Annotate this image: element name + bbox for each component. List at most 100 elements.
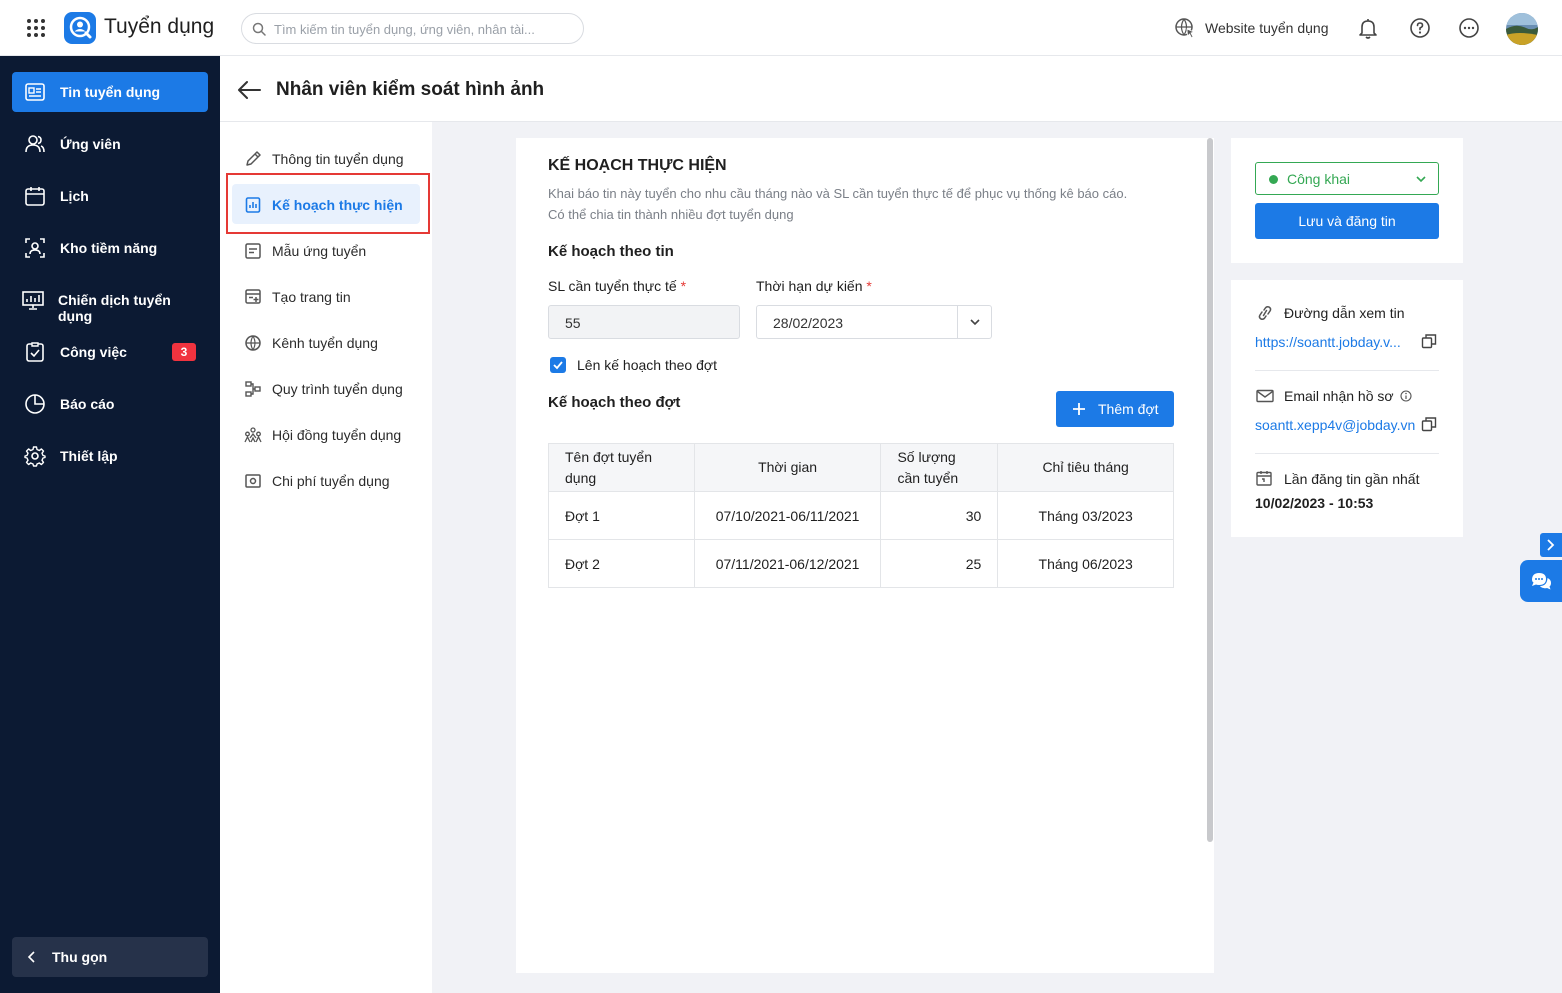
calendar-icon	[1256, 471, 1272, 486]
collapse-label: Thu gọn	[52, 949, 108, 965]
table-row[interactable]: Đợt 2 07/11/2021-06/12/2021 25 Tháng 06/…	[548, 539, 1174, 588]
search-box[interactable]	[241, 13, 584, 44]
page-title: Nhân viên kiểm soát hình ảnh	[276, 79, 545, 100]
batch-name-cell: Đợt 1	[548, 491, 695, 540]
sidebar-item-label: Chiến dịch tuyển dụng	[58, 292, 171, 324]
sidebar-item-tasks[interactable]: Công việc 3	[12, 332, 208, 372]
description-line: Có thể chia tin thành nhiều đợt tuyển dụ…	[548, 207, 794, 222]
panel-divider	[1255, 453, 1439, 454]
plan-by-post-title: Kế hoạch theo tin	[548, 243, 674, 260]
save-and-publish-button[interactable]: Lưu và đăng tin	[1255, 203, 1439, 239]
submenu-item-label: Hội đồng tuyển dụng	[272, 427, 402, 443]
quantity-value: 55	[565, 315, 581, 331]
submenu-item-job-info[interactable]: Thông tin tuyển dụng	[232, 138, 420, 178]
submenu-item-label: Chi phí tuyển dụng	[272, 473, 390, 489]
main-sidebar: Tin tuyển dụng Ứng viên Lịch Kho tiềm nă…	[0, 56, 220, 993]
gear-icon	[24, 446, 46, 467]
sidebar-item-calendar[interactable]: Lịch	[12, 176, 208, 216]
quantity-label: SL cần tuyển thực tế *	[548, 278, 686, 294]
batch-month-cell: Tháng 06/2023	[997, 539, 1174, 588]
app-title: Tuyển dụng	[104, 15, 215, 38]
deadline-value: 28/02/2023	[773, 315, 844, 331]
sidebar-item-talent-pool[interactable]: Kho tiềm năng	[12, 228, 208, 268]
help-icon[interactable]	[1408, 16, 1432, 40]
batch-time-cell: 07/11/2021-06/12/2021	[693, 539, 882, 588]
add-batch-label: Thêm đợt	[1098, 401, 1159, 417]
flow-icon	[245, 381, 261, 397]
job-post-submenu: Thông tin tuyển dụng Kế hoạch thực hiện …	[220, 122, 432, 993]
collapse-sidebar-button[interactable]: Thu gọn	[12, 937, 208, 977]
money-icon	[245, 474, 261, 488]
submenu-item-application-form[interactable]: Mẫu ứng tuyển	[232, 230, 420, 270]
email-label-text: Email nhận hồ sơ	[1284, 388, 1394, 404]
bell-icon[interactable]	[1356, 16, 1380, 40]
content-scrollbar[interactable]	[1207, 138, 1213, 842]
submenu-item-costs[interactable]: Chi phí tuyển dụng	[232, 460, 420, 500]
apps-grid-icon[interactable]	[26, 18, 46, 38]
quantity-input[interactable]: 55	[548, 305, 740, 339]
website-link[interactable]: Website tuyển dụng	[1174, 17, 1329, 39]
users-icon	[25, 135, 45, 153]
deadline-date-input[interactable]: 28/02/2023	[756, 305, 992, 339]
description-line: Khai báo tin này tuyển cho nhu cầu tháng…	[548, 186, 1128, 201]
copy-icon[interactable]	[1421, 416, 1437, 432]
form-icon	[245, 243, 261, 259]
publish-panel	[1231, 138, 1463, 263]
column-header: Tên đợt tuyển dụng	[548, 443, 695, 492]
visibility-status-select[interactable]: Công khai	[1255, 162, 1439, 195]
sidebar-item-label: Kho tiềm năng	[60, 240, 158, 256]
add-batch-button[interactable]: Thêm đợt	[1056, 391, 1174, 427]
sidebar-item-job-posts[interactable]: Tin tuyển dụng	[12, 72, 208, 112]
submenu-item-process[interactable]: Quy trình tuyển dụng	[232, 368, 420, 408]
plan-by-batch-checkbox[interactable]	[550, 357, 566, 373]
chat-bubbles-icon	[1532, 573, 1551, 590]
submenu-item-label: Thông tin tuyển dụng	[272, 151, 404, 167]
submenu-item-committee[interactable]: Hội đồng tuyển dụng	[232, 414, 420, 454]
view-link-url[interactable]: https://soantt.jobday.v...	[1255, 334, 1401, 350]
required-mark: *	[866, 278, 872, 294]
plan-by-batch-label[interactable]: Lên kế hoạch theo đợt	[577, 357, 717, 373]
search-icon	[252, 22, 266, 36]
batch-time-cell: 07/10/2021-06/11/2021	[693, 491, 882, 540]
required-mark: *	[680, 278, 687, 294]
submenu-item-create-page[interactable]: Tạo trang tin	[232, 276, 420, 316]
last-post-label: Lần đăng tin gần nhất	[1284, 471, 1420, 487]
batch-name-cell: Đợt 2	[548, 539, 695, 588]
talent-pool-icon	[25, 238, 45, 258]
chevron-down-icon	[970, 319, 980, 326]
plan-section-description: Khai báo tin này tuyển cho nhu cầu tháng…	[548, 183, 1178, 225]
sidebar-item-label: Thiết lập	[60, 448, 118, 464]
table-row[interactable]: Đợt 1 07/10/2021-06/11/2021 30 Tháng 03/…	[548, 491, 1174, 540]
table-header-row: Tên đợt tuyển dụng Thời gian Số lượng cầ…	[548, 443, 1174, 492]
back-arrow-icon[interactable]	[236, 79, 262, 101]
sidebar-item-campaigns[interactable]: Chiến dịch tuyển dụng	[12, 280, 208, 324]
date-dropdown-toggle[interactable]	[957, 306, 991, 338]
batch-quantity-cell: 25	[880, 539, 999, 588]
sidebar-item-label: Tin tuyển dụng	[60, 84, 161, 100]
mail-icon	[1256, 389, 1274, 403]
plan-by-batch-title: Kế hoạch theo đợt	[548, 394, 681, 411]
sidebar-item-label: Công việc	[60, 344, 127, 360]
sidebar-item-label: Lịch	[60, 188, 89, 204]
task-count-badge: 3	[172, 343, 196, 361]
chevron-down-icon	[1416, 176, 1426, 183]
sidebar-item-candidates[interactable]: Ứng viên	[12, 124, 208, 164]
email-value[interactable]: soantt.xepp4v@jobday.vn	[1255, 417, 1415, 433]
user-avatar[interactable]	[1506, 13, 1538, 45]
task-icon	[26, 342, 44, 362]
website-link-label: Website tuyển dụng	[1205, 20, 1329, 36]
search-input[interactable]	[274, 19, 574, 39]
globe-cursor-icon	[1175, 18, 1196, 39]
page-header: Nhân viên kiểm soát hình ảnh	[220, 56, 1562, 122]
more-options-icon[interactable]	[1457, 16, 1481, 40]
plan-section-title: KẾ HOẠCH THỰC HIỆN	[548, 157, 727, 174]
copy-icon[interactable]	[1421, 333, 1437, 349]
status-label: Công khai	[1287, 171, 1351, 187]
sidebar-item-settings[interactable]: Thiết lập	[12, 436, 208, 476]
submenu-item-channels[interactable]: Kênh tuyển dụng	[232, 322, 420, 362]
campaign-icon	[22, 291, 44, 310]
info-icon[interactable]	[1400, 390, 1413, 402]
chat-button[interactable]	[1520, 560, 1562, 602]
sidebar-item-reports[interactable]: Báo cáo	[12, 384, 208, 424]
side-panel-toggle[interactable]	[1540, 533, 1562, 557]
